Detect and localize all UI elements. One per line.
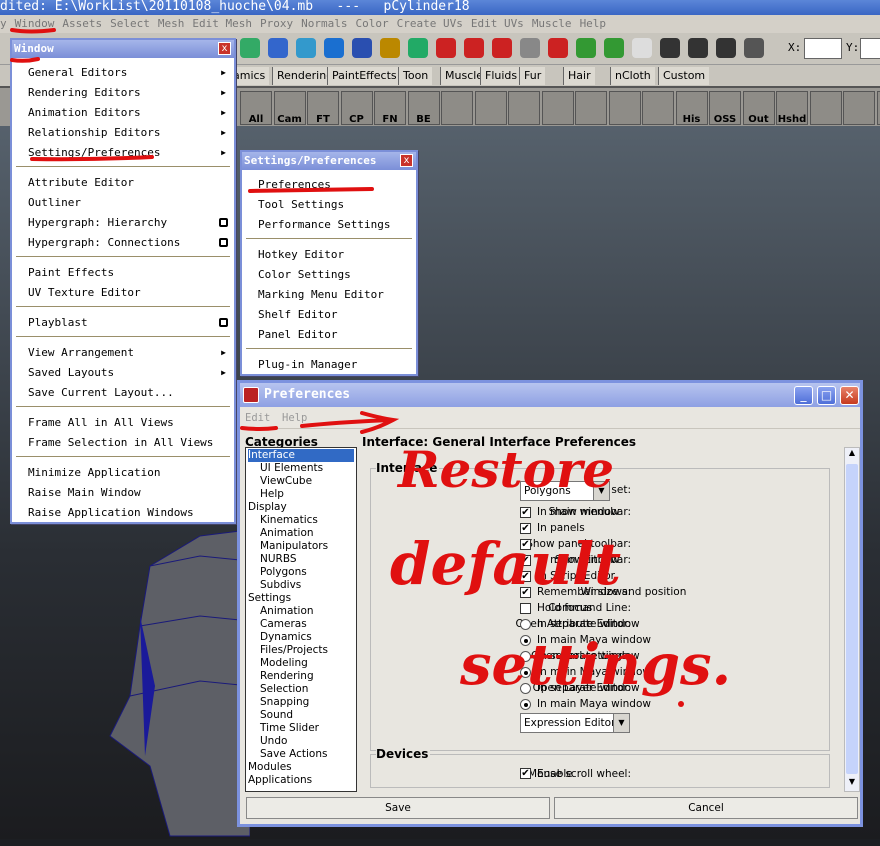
underline-window xyxy=(12,30,54,32)
underline-edit xyxy=(242,428,276,429)
arrow-to-edit xyxy=(302,413,393,432)
annotation-strokes xyxy=(0,0,880,839)
underline-settings-preferences xyxy=(32,157,152,159)
annotation-line-1: Restore xyxy=(398,440,614,499)
underline-window-title xyxy=(12,59,38,61)
underline-preferences xyxy=(250,189,372,191)
annotation-dot xyxy=(678,701,684,707)
annotation-line-3: settings. xyxy=(460,632,731,698)
annotation-line-2: default xyxy=(390,530,621,598)
